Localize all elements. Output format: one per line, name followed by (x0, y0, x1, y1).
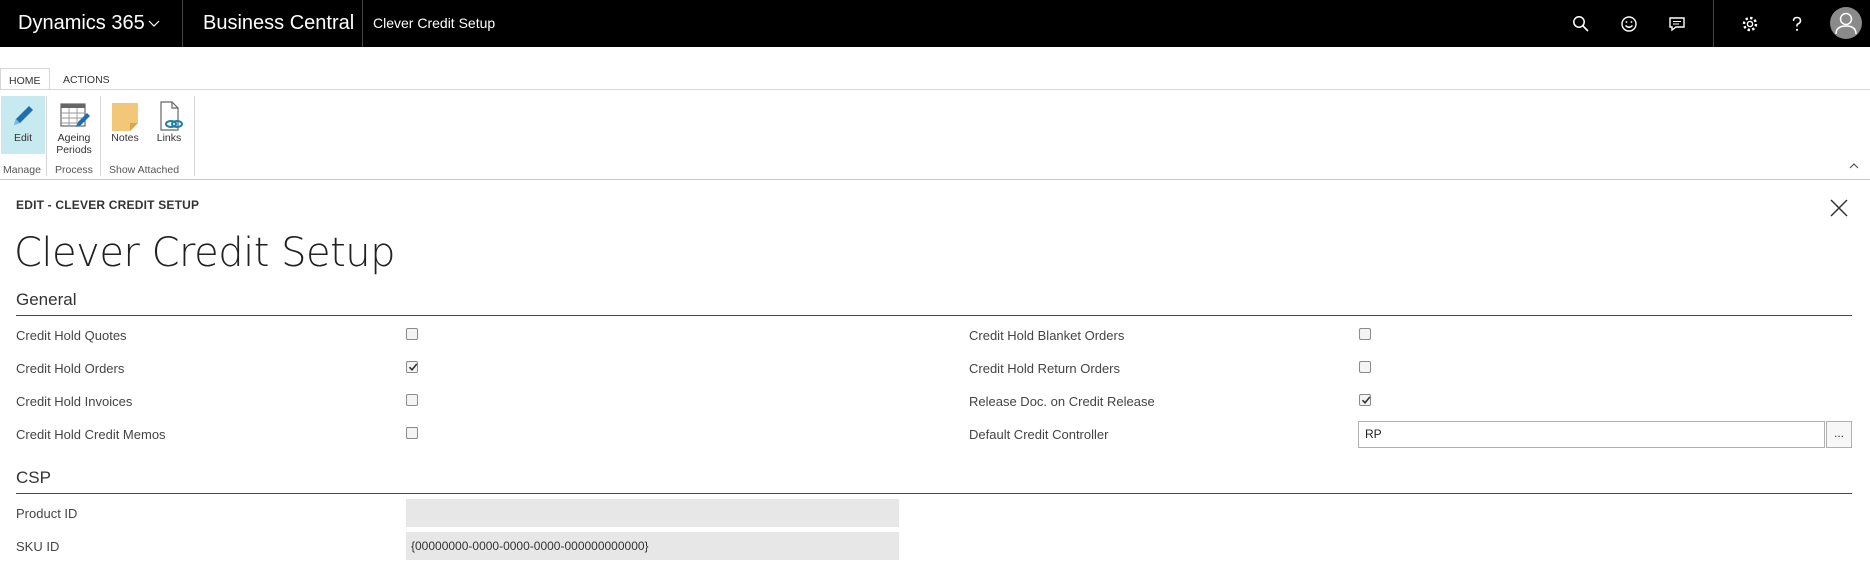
gear-icon[interactable] (1737, 11, 1763, 37)
credit-hold-credit-memos-checkbox[interactable] (406, 427, 418, 439)
user-icon[interactable] (1830, 7, 1862, 39)
app-name[interactable]: Business Central (203, 0, 354, 47)
links-label: Links (156, 132, 182, 144)
divider (182, 0, 183, 47)
lookup-button[interactable]: ... (1826, 421, 1852, 448)
search-icon[interactable] (1568, 11, 1594, 37)
sku-id-label: SKU ID (16, 539, 60, 554)
link-icon (160, 101, 183, 131)
breadcrumb: EDIT - CLEVER CREDIT SETUP (16, 198, 200, 212)
credit-hold-invoices-label: Credit Hold Invoices (16, 394, 133, 409)
chat-icon[interactable] (1664, 11, 1690, 37)
top-bar: Dynamics 365 Business Central Clever Cre… (0, 0, 1870, 47)
group-process: Process (55, 164, 93, 176)
credit-hold-blanket-orders-checkbox[interactable] (1359, 328, 1371, 340)
section-divider (16, 493, 1852, 494)
collapse-ribbon-icon[interactable] (1848, 161, 1860, 171)
chevron-down-icon[interactable] (148, 17, 160, 29)
tab-home[interactable]: HOME (0, 68, 50, 91)
credit-hold-return-orders-checkbox[interactable] (1359, 361, 1371, 373)
default-credit-controller-label: Default Credit Controller (969, 427, 1109, 442)
brand-label[interactable]: Dynamics 365 (18, 0, 145, 47)
credit-hold-return-orders-label: Credit Hold Return Orders (969, 361, 1120, 376)
page-title: Clever Credit Setup (14, 230, 396, 276)
ageing-label-line2: Periods (56, 144, 92, 156)
section-divider (16, 315, 1852, 316)
credit-hold-orders-checkbox[interactable] (406, 361, 418, 373)
smiley-icon[interactable] (1616, 11, 1642, 37)
ageing-label-line1: Ageing (57, 132, 91, 144)
tab-actions[interactable]: ACTIONS (55, 68, 118, 90)
divider (100, 96, 101, 176)
product-id-label: Product ID (16, 506, 78, 521)
section-general-heading[interactable]: General (16, 290, 76, 310)
product-id-field (406, 499, 899, 527)
credit-hold-credit-memos-label: Credit Hold Credit Memos (16, 427, 166, 442)
release-doc-on-credit-release-label: Release Doc. on Credit Release (969, 394, 1155, 409)
sku-id-field: {00000000-0000-0000-0000-000000000000} (406, 532, 899, 560)
divider (194, 96, 195, 176)
help-icon[interactable] (1784, 11, 1810, 37)
credit-hold-orders-label: Credit Hold Orders (16, 361, 125, 376)
divider (46, 96, 47, 176)
release-doc-on-credit-release-checkbox[interactable] (1359, 394, 1371, 406)
credit-hold-blanket-orders-label: Credit Hold Blanket Orders (969, 328, 1125, 343)
group-show-attached: Show Attached (109, 164, 180, 176)
checkmark-icon (408, 363, 418, 372)
credit-hold-quotes-label: Credit Hold Quotes (16, 328, 127, 343)
credit-hold-quotes-checkbox[interactable] (406, 328, 418, 340)
section-csp-heading[interactable]: CSP (16, 468, 51, 488)
edit-label: Edit (13, 132, 33, 144)
table-edit-icon (60, 103, 90, 127)
note-icon (112, 103, 138, 131)
group-manage: Manage (3, 164, 41, 176)
pencil-icon (14, 106, 33, 125)
close-icon[interactable] (1828, 197, 1850, 219)
checkmark-icon (1361, 396, 1371, 405)
links-button[interactable]: Links (147, 96, 191, 154)
page-name: Clever Credit Setup (373, 15, 496, 31)
edit-button[interactable]: Edit (1, 96, 45, 154)
credit-hold-invoices-checkbox[interactable] (406, 394, 418, 406)
divider (362, 0, 363, 47)
ageing-periods-button[interactable]: Ageing Periods (52, 96, 96, 156)
divider (1713, 0, 1714, 47)
default-credit-controller-input[interactable]: RP (1358, 421, 1825, 448)
notes-label: Notes (111, 132, 139, 144)
notes-button[interactable]: Notes (103, 96, 147, 154)
ribbon: Edit Manage Ageing Periods Process Notes… (0, 89, 1870, 180)
